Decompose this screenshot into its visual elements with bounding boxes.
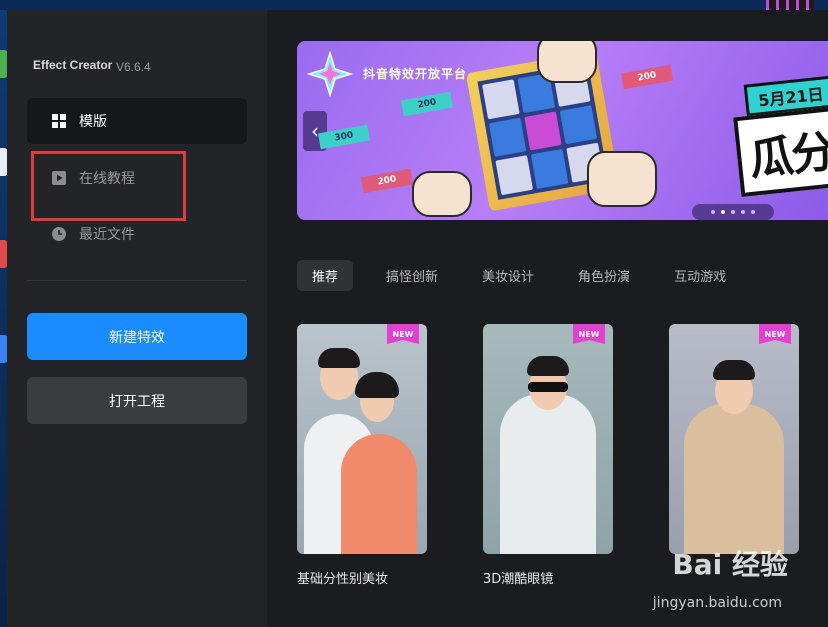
sparkle-icon: [307, 51, 353, 97]
main-panel: 抖音特效开放平台 ‹ 200 300 200 200 5月21日 瓜分 推荐 搞…: [267, 10, 828, 627]
banner-hand-graphic: [587, 151, 657, 207]
banner-dot[interactable]: [731, 210, 735, 214]
banner-dot[interactable]: [741, 210, 745, 214]
template-title: 基础分性别美妆: [297, 572, 389, 587]
desktop-corner-graphic: [766, 0, 814, 10]
tab-recommended[interactable]: 推荐: [297, 260, 354, 291]
grid-icon: [51, 113, 67, 129]
template-card[interactable]: NEW 基础分性别美妆: [297, 324, 427, 587]
banner-bill: 200: [360, 168, 414, 194]
sidebar-item-label: 模版: [79, 114, 107, 130]
new-badge: NEW: [387, 324, 419, 344]
banner-bill: 200: [620, 64, 674, 90]
thumbnail-figure: [355, 372, 399, 398]
promo-banner[interactable]: 抖音特效开放平台 ‹ 200 300 200 200 5月21日 瓜分: [297, 41, 828, 220]
banner-bill: 200: [400, 91, 454, 117]
tab-role-play[interactable]: 角色扮演: [563, 260, 645, 291]
banner-dot[interactable]: [711, 210, 715, 214]
sidebar: Effect Creator V6.6.4 模版 在线教程 最近文件 新建特效 …: [7, 10, 267, 627]
banner-headline: 瓜分: [733, 104, 828, 198]
category-tabs: 推荐 搞怪创新 美妆设计 角色扮演 互动游戏: [297, 260, 755, 291]
thumbnail-figure: [341, 434, 417, 554]
template-card[interactable]: NEW 3D潮酷眼镜: [483, 324, 613, 587]
template-thumbnail[interactable]: NEW: [669, 324, 799, 554]
tab-funny-creative[interactable]: 搞怪创新: [371, 260, 453, 291]
banner-hand-graphic: [412, 171, 472, 217]
app-title: Effect Creator: [33, 58, 113, 72]
new-badge: NEW: [573, 324, 605, 344]
app-window: Effect Creator V6.6.4 模版 在线教程 最近文件 新建特效 …: [7, 10, 828, 627]
banner-dot[interactable]: [721, 210, 725, 214]
banner-pagination: [692, 204, 774, 220]
sidebar-item-templates[interactable]: 模版: [27, 98, 247, 144]
annotation-highlight-box: [31, 151, 186, 221]
banner-dot[interactable]: [751, 210, 755, 214]
template-title: 3D潮酷眼镜: [483, 572, 554, 587]
template-card[interactable]: NEW: [669, 324, 799, 568]
template-thumbnail[interactable]: NEW: [297, 324, 427, 554]
sidebar-divider: [27, 280, 247, 281]
banner-title: 抖音特效开放平台: [363, 67, 468, 81]
thumbnail-figure: [527, 356, 569, 376]
new-badge: NEW: [759, 324, 791, 344]
banner-hand-graphic: [537, 41, 597, 83]
desktop-top-strip: [0, 0, 828, 10]
thumbnail-figure: [713, 360, 755, 380]
new-effect-button[interactable]: 新建特效: [27, 313, 247, 360]
thumbnail-figure: [318, 348, 360, 368]
watermark-url: jingyan.baidu.com: [652, 595, 782, 611]
tab-makeup-design[interactable]: 美妆设计: [467, 260, 549, 291]
open-project-button[interactable]: 打开工程: [27, 377, 247, 424]
template-thumbnail[interactable]: NEW: [483, 324, 613, 554]
thumbnail-figure: [500, 394, 596, 554]
app-version: V6.6.4: [116, 60, 151, 74]
watermark-logo: Bai 经验: [672, 548, 788, 581]
clock-icon: [51, 226, 67, 242]
thumbnail-figure: [684, 404, 784, 554]
sidebar-item-label: 最近文件: [79, 227, 135, 243]
tab-interactive-games[interactable]: 互动游戏: [659, 260, 741, 291]
sunglasses-icon: [528, 382, 568, 392]
